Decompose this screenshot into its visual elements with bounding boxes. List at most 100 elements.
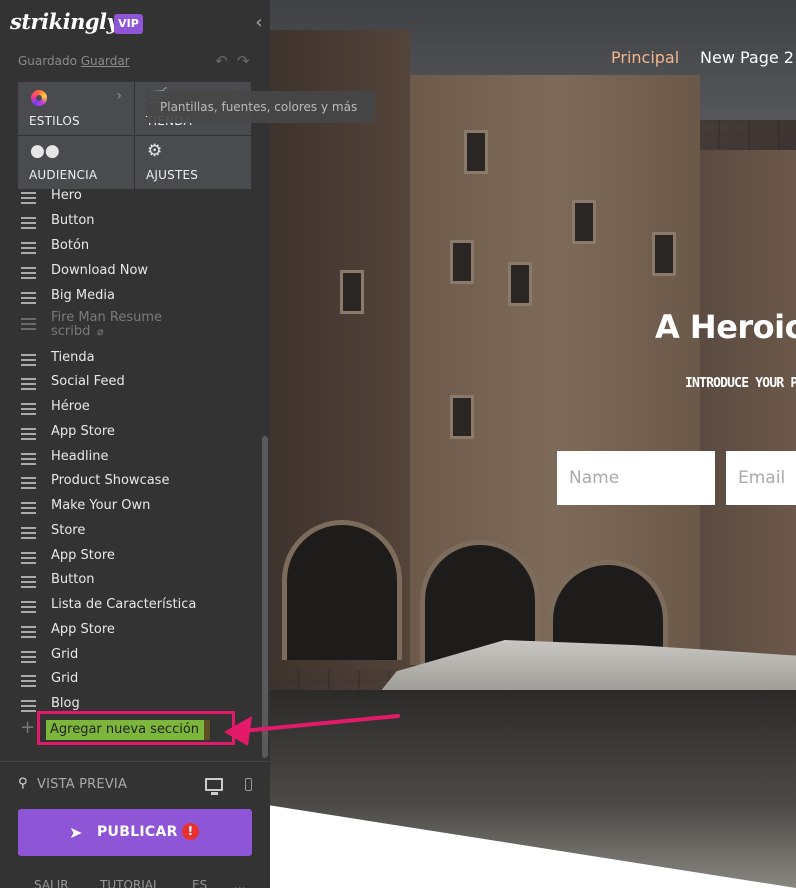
section-item[interactable]: Tienda: [0, 348, 262, 372]
drag-handle-icon[interactable]: [21, 242, 36, 254]
palette-icon: [31, 90, 47, 106]
drag-handle-icon[interactable]: [21, 292, 36, 304]
section-label: App Store: [51, 622, 115, 637]
tile-label: ESTILOS: [29, 114, 80, 128]
add-section-highlight: Agregar nueva sección: [37, 711, 235, 745]
alert-icon: !: [182, 823, 199, 840]
section-item[interactable]: Grid: [0, 645, 262, 669]
section-label: App Store: [51, 548, 115, 563]
section-item[interactable]: Button: [0, 570, 262, 594]
drag-handle-icon[interactable]: [21, 626, 36, 638]
tile-estilos[interactable]: › ESTILOS: [18, 82, 134, 135]
nav-link-principal[interactable]: Principal: [611, 48, 679, 67]
section-label: Héroe: [51, 399, 90, 414]
publish-label: PUBLICAR: [97, 824, 178, 840]
section-label: Blog: [51, 696, 80, 711]
hero-subtitle[interactable]: INTRODUCE YOUR P: [685, 376, 796, 391]
section-item[interactable]: Download Now: [0, 261, 262, 285]
redo-icon[interactable]: ↷: [237, 52, 250, 70]
window: [508, 262, 532, 306]
rocket-icon: ➤: [69, 823, 83, 842]
tile-ajustes[interactable]: ⚙ AJUSTES: [135, 136, 251, 189]
language-link[interactable]: ES: [192, 878, 207, 888]
section-item[interactable]: App Store: [0, 422, 262, 446]
drag-handle-icon[interactable]: [21, 378, 36, 390]
section-item[interactable]: Héroe: [0, 397, 262, 421]
section-label: Big Media: [51, 288, 115, 303]
section-label: Hero: [51, 188, 82, 203]
drag-handle-icon[interactable]: [21, 651, 36, 663]
section-item[interactable]: Button: [0, 211, 262, 235]
section-item[interactable]: Botón: [0, 236, 262, 260]
tutorial-link[interactable]: TUTORIAL: [100, 878, 160, 888]
exit-link[interactable]: SALIR: [34, 878, 69, 888]
hidden-eye-icon[interactable]: ⌀: [97, 325, 115, 338]
sidebar-divider: [0, 761, 270, 762]
drag-handle-icon[interactable]: [21, 675, 36, 687]
section-label: Grid: [51, 647, 79, 662]
more-icon[interactable]: ...: [234, 878, 245, 888]
section-item[interactable]: App Store: [0, 620, 262, 644]
email-input[interactable]: Email: [726, 451, 796, 505]
drag-handle-icon[interactable]: [21, 192, 36, 204]
section-item[interactable]: Store: [0, 521, 262, 545]
section-item[interactable]: Headline: [0, 447, 262, 471]
section-item[interactable]: Lista de Característica: [0, 595, 262, 619]
name-input[interactable]: Name: [557, 451, 715, 505]
save-status-text: Guardado: [18, 54, 77, 68]
section-label: Make Your Own: [51, 498, 151, 513]
drag-handle-icon[interactable]: [21, 453, 36, 465]
building-right: [700, 150, 796, 670]
section-item[interactable]: Big Media: [0, 286, 262, 310]
nav-link-new-page-2[interactable]: New Page 2: [700, 48, 794, 67]
section-item[interactable]: Hero: [0, 186, 262, 210]
drag-handle-icon[interactable]: [21, 318, 36, 330]
chevron-right-icon: ›: [116, 88, 122, 104]
section-item[interactable]: Make Your Own: [0, 496, 262, 520]
tile-label: AUDIENCIA: [29, 168, 98, 182]
section-item[interactable]: Grid: [0, 669, 262, 693]
drag-handle-icon[interactable]: [21, 267, 36, 279]
sidebar-header: strikingly VIP ‹: [0, 0, 270, 48]
drag-handle-icon[interactable]: [21, 601, 36, 613]
drag-handle-icon[interactable]: [21, 428, 36, 440]
publish-button[interactable]: ➤ PUBLICAR !: [18, 809, 252, 856]
gear-icon: ⚙: [147, 141, 163, 161]
drag-handle-icon[interactable]: [21, 552, 36, 564]
drag-handle-icon[interactable]: [21, 477, 36, 489]
add-section-button[interactable]: Agregar nueva sección: [46, 720, 206, 740]
vip-badge: VIP: [114, 14, 143, 34]
tile-label: AJUSTES: [146, 168, 199, 182]
undo-icon[interactable]: ↶: [215, 52, 228, 70]
plus-icon[interactable]: +: [20, 717, 35, 738]
window: [464, 130, 488, 174]
window: [652, 232, 676, 276]
sidebar-footer: SALIR TUTORIAL ES ...: [0, 878, 270, 888]
preview-button[interactable]: VISTA PREVIA: [37, 777, 127, 792]
add-section-row: + Agregar nueva sección: [18, 710, 248, 745]
save-link[interactable]: Guardar: [81, 54, 130, 68]
drag-handle-icon[interactable]: [21, 217, 36, 229]
section-label: Lista de Característica: [51, 597, 197, 612]
drag-handle-icon[interactable]: [21, 502, 36, 514]
tile-audiencia[interactable]: ●● AUDIENCIA: [18, 136, 134, 189]
section-item[interactable]: App Store: [0, 546, 262, 570]
section-item[interactable]: Product Showcase: [0, 471, 262, 495]
drag-handle-icon[interactable]: [21, 403, 36, 415]
drag-handle-icon[interactable]: [21, 576, 36, 588]
section-item[interactable]: Fire Man Resume scribd ⌀: [0, 311, 262, 339]
section-label: Product Showcase: [51, 473, 170, 488]
drag-handle-icon[interactable]: [21, 527, 36, 539]
desktop-icon[interactable]: [205, 778, 223, 795]
section-label: Social Feed: [51, 374, 125, 389]
people-icon: ●●: [30, 141, 60, 161]
window: [572, 200, 596, 244]
mobile-icon[interactable]: [245, 778, 252, 791]
search-icon: ⚲: [18, 776, 28, 791]
hero-title[interactable]: A Heroic: [655, 308, 796, 346]
add-section-button-edge: [204, 720, 210, 740]
collapse-sidebar-icon[interactable]: ‹: [253, 12, 265, 34]
section-item[interactable]: Social Feed: [0, 372, 262, 396]
drag-handle-icon[interactable]: [21, 354, 36, 366]
section-label: Store: [51, 523, 86, 538]
